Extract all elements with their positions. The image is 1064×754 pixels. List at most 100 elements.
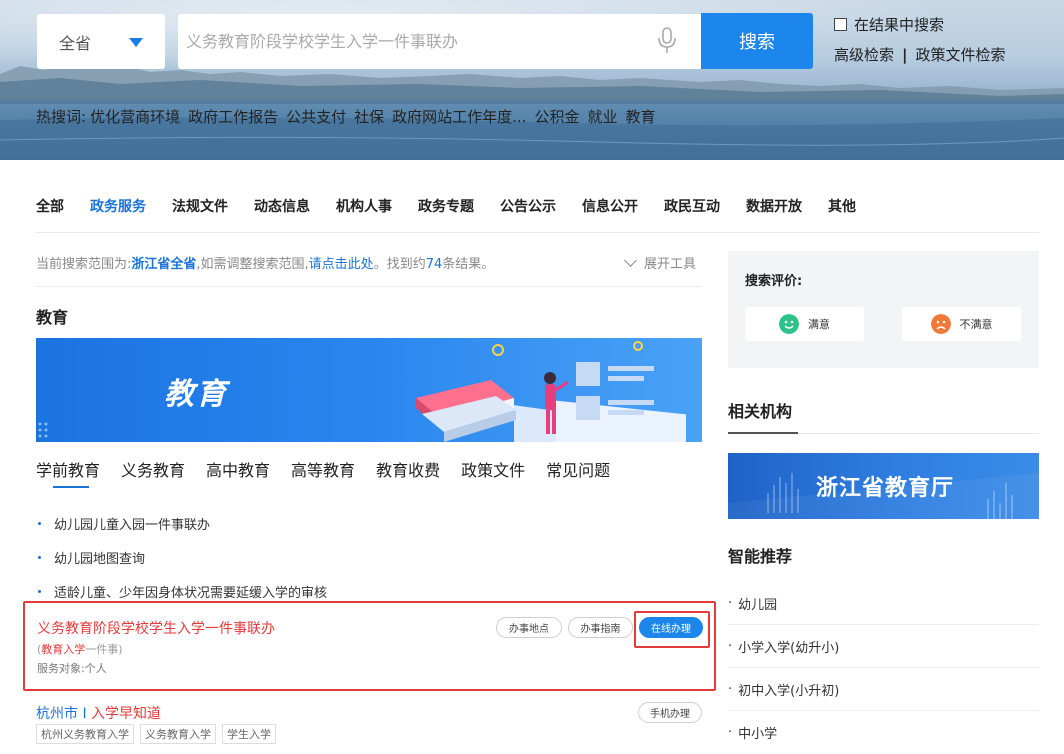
- advanced-links: 高级检索 | 政策文件检索: [834, 44, 1006, 65]
- result-tag[interactable]: 学生入学: [222, 724, 276, 744]
- result-card-highlighted: 义务教育阶段学校学生入学一件事联办 (教育入学一件事) 服务对象:个人 办事地点…: [23, 601, 716, 691]
- hot-words: 热搜词: 优化营商环境 政府工作报告 公共支付 社保 政府网站工作年度... 公…: [36, 106, 663, 127]
- education-banner[interactable]: 教育: [36, 338, 702, 442]
- category-tabs: 全部 政务服务 法规文件 动态信息 机构人事 政务专题 公告公示 信息公开 政民…: [36, 196, 882, 216]
- subtab-highschool[interactable]: 高中教育: [206, 457, 270, 481]
- agency-banner-label: 浙江省教育厅: [816, 476, 955, 501]
- sad-face-icon: [930, 314, 951, 334]
- scope-middle: ,如需调整搜索范围,: [196, 257, 309, 272]
- region-select-value: 全省: [59, 33, 92, 53]
- hot-word[interactable]: 政府工作报告: [188, 106, 278, 127]
- recommend-item[interactable]: · 幼儿园: [728, 582, 1039, 625]
- search-within-checkbox[interactable]: [834, 18, 847, 31]
- scope-change-link[interactable]: 请点击此处: [309, 257, 374, 272]
- result-title-link-2[interactable]: 杭州市 I 入学早知道: [36, 703, 161, 723]
- search-scope: 当前搜索范围为:浙江省全省,如需调整搜索范围,请点击此处。找到约74条结果。: [36, 253, 494, 272]
- hot-word[interactable]: 公共支付: [286, 106, 346, 127]
- satisfied-label: 满意: [808, 318, 830, 331]
- expand-tools-label: 展开工具: [644, 257, 697, 272]
- scope-suffix-end: 条结果。: [442, 257, 495, 272]
- satisfied-button[interactable]: 满意: [745, 307, 864, 341]
- search-button[interactable]: 搜索: [701, 13, 813, 69]
- result2-title: 入学早知道: [91, 706, 162, 722]
- expand-tools-button[interactable]: 展开工具: [622, 253, 696, 272]
- mobile-handle-button[interactable]: 手机办理: [638, 702, 702, 723]
- recommend-item[interactable]: · 小学入学(幼升小): [728, 625, 1039, 668]
- list-item[interactable]: 幼儿园儿童入园一件事联办: [36, 506, 327, 540]
- subtab-faq[interactable]: 常见问题: [546, 457, 610, 481]
- microphone-icon[interactable]: [656, 27, 678, 57]
- search-within-results[interactable]: 在结果中搜索: [834, 14, 944, 35]
- tab-gov-services[interactable]: 政务服务: [90, 196, 146, 216]
- tab-personnel[interactable]: 机构人事: [336, 196, 392, 216]
- hot-word[interactable]: 公积金: [534, 106, 579, 127]
- search-banner: 全省 搜索 在结果中搜索 高级检索 | 政策文件检索 热搜词: 优化营商环境 政…: [0, 0, 1064, 160]
- subtab-policy[interactable]: 政策文件: [461, 457, 525, 481]
- result-title-link[interactable]: 义务教育阶段学校学生入学一件事联办: [37, 618, 275, 638]
- hot-word[interactable]: 教育: [625, 106, 655, 127]
- subtab-compulsory[interactable]: 义务教育: [121, 457, 185, 481]
- location-button[interactable]: 办事地点: [496, 617, 562, 638]
- result-service-object: 服务对象:个人: [37, 662, 107, 675]
- search-input[interactable]: [186, 24, 646, 59]
- subtab-preschool[interactable]: 学前教育: [36, 457, 100, 488]
- unsatisfied-label: 不满意: [959, 318, 993, 331]
- scope-divider: [36, 286, 702, 287]
- hot-word[interactable]: 优化营商环境: [90, 106, 180, 127]
- result-tag[interactable]: 杭州义务教育入学: [36, 724, 134, 744]
- tag-sub: 一件事): [85, 643, 123, 656]
- search-rating-panel: 搜索评价: 满意 不满意: [728, 251, 1039, 368]
- list-item[interactable]: 幼儿园地图查询: [36, 540, 327, 574]
- search-box: [178, 14, 701, 69]
- online-handle-button[interactable]: 在线办理: [639, 617, 703, 638]
- education-banner-label: 教育: [164, 377, 228, 412]
- agency-banner[interactable]: 浙江省教育厅: [728, 453, 1039, 519]
- bullet-icon: [38, 521, 41, 525]
- subtab-higher-ed[interactable]: 高等教育: [291, 457, 355, 481]
- result-tag[interactable]: 义务教育入学: [140, 724, 216, 744]
- tab-disclosure[interactable]: 信息公开: [582, 196, 638, 216]
- hot-word[interactable]: 社保: [354, 106, 384, 127]
- tab-regulations[interactable]: 法规文件: [172, 196, 228, 216]
- recommend-item[interactable]: · 初中入学(小升初): [728, 668, 1039, 711]
- tab-other[interactable]: 其他: [828, 196, 856, 216]
- hot-words-label: 热搜词:: [36, 108, 87, 126]
- tab-announcements[interactable]: 公告公示: [500, 196, 556, 216]
- smart-recommend-title: 智能推荐: [728, 547, 793, 566]
- region-select[interactable]: 全省: [37, 14, 165, 69]
- unsatisfied-button[interactable]: 不满意: [902, 307, 1021, 341]
- result-category-tag: (教育入学一件事): [37, 641, 123, 657]
- recommend-item-label: 小学入学(幼升小): [738, 640, 840, 656]
- tab-topics[interactable]: 政务专题: [418, 196, 474, 216]
- tab-open-data[interactable]: 数据开放: [746, 196, 802, 216]
- list-item-label: 幼儿园地图查询: [54, 551, 146, 567]
- result2-tags: 杭州义务教育入学 义务教育入学 学生入学: [36, 724, 282, 744]
- tab-all[interactable]: 全部: [36, 196, 64, 216]
- list-item-label: 适龄儿童、少年因身体状况需要延缓入学的审核: [54, 585, 328, 601]
- bullet-icon: ·: [728, 638, 733, 654]
- result2-city: 杭州市: [36, 706, 78, 722]
- bullet-icon: ·: [728, 725, 733, 740]
- chevron-down-icon: [624, 254, 637, 267]
- policy-search-link[interactable]: 政策文件检索: [916, 44, 1006, 65]
- recommend-list: · 幼儿园 · 小学入学(幼升小) · 初中入学(小升初) · 中小学: [728, 582, 1039, 754]
- rating-title: 搜索评价:: [745, 274, 803, 289]
- list-item-label: 幼儿园儿童入园一件事联办: [54, 517, 211, 533]
- hot-word[interactable]: 政府网站工作年度...: [392, 106, 526, 127]
- bullet-icon: [38, 555, 41, 559]
- recommend-item-label: 初中入学(小升初): [738, 683, 840, 699]
- hot-word[interactable]: 就业: [587, 106, 617, 127]
- tab-news[interactable]: 动态信息: [254, 196, 310, 216]
- title-underline: [728, 432, 798, 434]
- related-agency-title: 相关机构: [728, 402, 793, 421]
- bullet-icon: ·: [728, 681, 733, 697]
- subtab-fees[interactable]: 教育收费: [376, 457, 440, 481]
- advanced-search-link[interactable]: 高级检索: [834, 44, 894, 65]
- title-divider: [798, 433, 1039, 434]
- scope-prefix: 当前搜索范围为:: [36, 257, 132, 272]
- service-list: 幼儿园儿童入园一件事联办 幼儿园地图查询 适龄儿童、少年因身体状况需要延缓入学的…: [36, 506, 327, 608]
- recommend-item-label: 幼儿园: [738, 597, 778, 613]
- guide-button[interactable]: 办事指南: [568, 617, 633, 638]
- tab-interaction[interactable]: 政民互动: [664, 196, 720, 216]
- recommend-item[interactable]: · 中小学: [728, 711, 1039, 754]
